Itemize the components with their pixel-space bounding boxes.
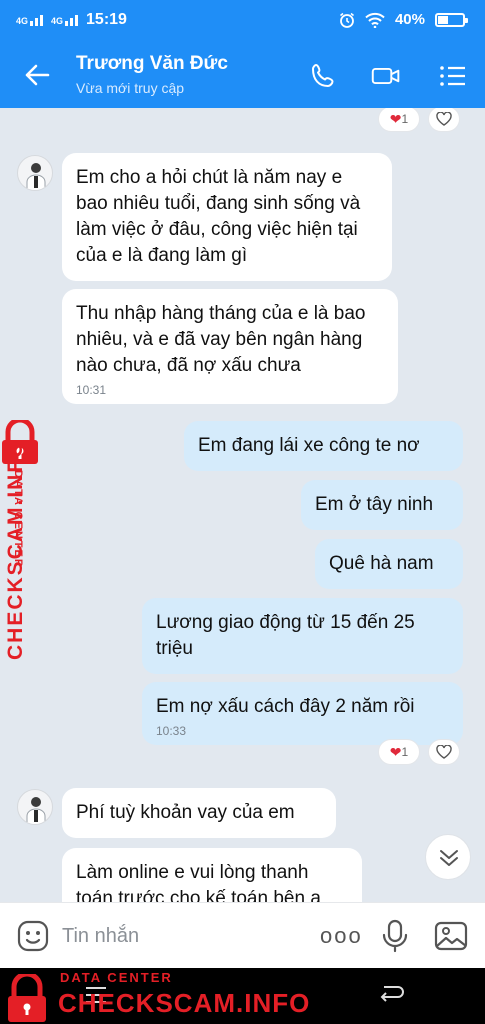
- reaction-badge[interactable]: ❤ 1: [378, 108, 420, 132]
- heart-outline-icon: [436, 112, 452, 126]
- image-icon[interactable]: [434, 919, 468, 953]
- phone-icon[interactable]: [308, 61, 338, 91]
- message-bubble-incoming[interactable]: Em cho a hỏi chút là năm nay e bao nhiêu…: [62, 153, 392, 281]
- status-bar: 4G 4G 15:19 40%: [0, 0, 485, 42]
- message-input-bar: Tin nhắn ooo: [0, 902, 485, 968]
- emoji-icon[interactable]: [16, 919, 50, 953]
- signal-icon: 4G: [16, 14, 44, 26]
- scroll-down-button[interactable]: [425, 834, 471, 880]
- message-bubble-outgoing[interactable]: Em nợ xấu cách đây 2 năm rồi 10:33: [142, 682, 463, 745]
- signal-icon-2: 4G: [51, 14, 79, 26]
- message-text: Em ở tây ninh: [315, 494, 434, 515]
- menu-icon[interactable]: [438, 61, 468, 91]
- chat-header: Trương Văn Đức Vừa mới truy cập: [0, 42, 485, 108]
- message-text: Em cho a hỏi chút là năm nay e bao nhiêu…: [76, 167, 361, 266]
- chevron-down-icon: [440, 850, 458, 866]
- heart-outline-icon: [436, 745, 452, 759]
- watermark-sub: DATA CENTER: [60, 970, 173, 985]
- watermark-main: CHECKSCAM.INFO: [58, 988, 311, 1018]
- message-text: Em đang lái xe công te nơ: [198, 435, 420, 456]
- message-bubble-incoming[interactable]: Thu nhập hàng tháng của e là bao nhiêu, …: [62, 289, 398, 404]
- nav-back-icon[interactable]: [376, 982, 406, 1008]
- microphone-icon[interactable]: [378, 919, 412, 953]
- battery-icon: [435, 12, 468, 27]
- message-bubble-outgoing[interactable]: Em đang lái xe công te nơ: [184, 421, 463, 471]
- message-text: Quê hà nam: [329, 553, 434, 574]
- watermark-sub: DATA CENTER: [12, 470, 24, 569]
- message-text: Làm online e vui lòng thanh toán trước c…: [76, 862, 321, 902]
- avatar-image: [26, 163, 46, 190]
- more-options-icon[interactable]: ooo: [320, 923, 363, 949]
- lock-icon: [8, 974, 46, 1022]
- message-bubble-incoming[interactable]: Phí tuỳ khoản vay của em: [62, 788, 336, 838]
- back-arrow-icon[interactable]: [22, 60, 52, 90]
- video-icon[interactable]: [371, 61, 401, 91]
- message-input[interactable]: Tin nhắn: [62, 925, 139, 948]
- avatar[interactable]: [17, 789, 53, 825]
- message-text: Lương giao động từ 15 đến 25 triệu: [156, 612, 415, 659]
- battery-percent: 40%: [394, 11, 425, 28]
- message-time: 10:33: [156, 724, 187, 738]
- status-time: 15:19: [86, 11, 127, 28]
- message-text: Phí tuỳ khoản vay của em: [76, 802, 295, 823]
- avatar-image: [26, 797, 46, 824]
- heart-icon: ❤: [389, 110, 402, 127]
- avatar[interactable]: [17, 155, 53, 191]
- react-heart-button[interactable]: [428, 739, 460, 765]
- message-text: Thu nhập hàng tháng của e là bao nhiêu, …: [76, 303, 366, 376]
- message-list[interactable]: ❤ 1 Em cho a hỏi chút là năm nay e bao nh…: [0, 108, 485, 902]
- presence-status: Vừa mới truy cập: [76, 80, 185, 96]
- message-bubble-incoming[interactable]: Làm online e vui lòng thanh toán trước c…: [62, 848, 362, 902]
- message-text: Em nợ xấu cách đây 2 năm rồi: [156, 696, 415, 717]
- wifi-icon: [365, 12, 385, 28]
- message-time: 10:31: [76, 383, 107, 397]
- contact-name[interactable]: Trương Văn Đức: [76, 53, 228, 75]
- heart-icon: ❤: [389, 743, 402, 760]
- message-bubble-outgoing[interactable]: Quê hà nam: [315, 539, 463, 589]
- message-bubble-outgoing[interactable]: Lương giao động từ 15 đến 25 triệu: [142, 598, 463, 674]
- alarm-icon: [339, 12, 354, 28]
- reaction-badge[interactable]: ❤ 1: [378, 739, 420, 765]
- react-heart-button[interactable]: [428, 108, 460, 132]
- message-bubble-outgoing[interactable]: Em ở tây ninh: [301, 480, 463, 530]
